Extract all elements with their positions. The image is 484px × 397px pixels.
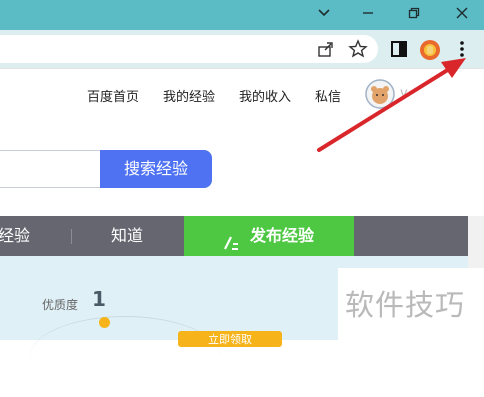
category-zhidao[interactable]: 知道	[111, 216, 143, 256]
category-experience[interactable]: 经验	[0, 216, 30, 256]
claim-button[interactable]: 立即领取	[178, 331, 282, 347]
search-button[interactable]: 搜索经验	[100, 150, 212, 188]
quality-arc	[30, 316, 220, 397]
publish-experience-button[interactable]: 发布经验	[184, 216, 354, 256]
quality-label: 优质度	[42, 298, 79, 312]
quality-value: 1	[92, 287, 106, 311]
publish-label: 发布经验	[250, 226, 315, 245]
search-input[interactable]	[0, 150, 100, 188]
quality-dot	[99, 317, 110, 328]
category-divider	[71, 229, 72, 244]
watermark-text: 软件技巧	[345, 288, 466, 322]
